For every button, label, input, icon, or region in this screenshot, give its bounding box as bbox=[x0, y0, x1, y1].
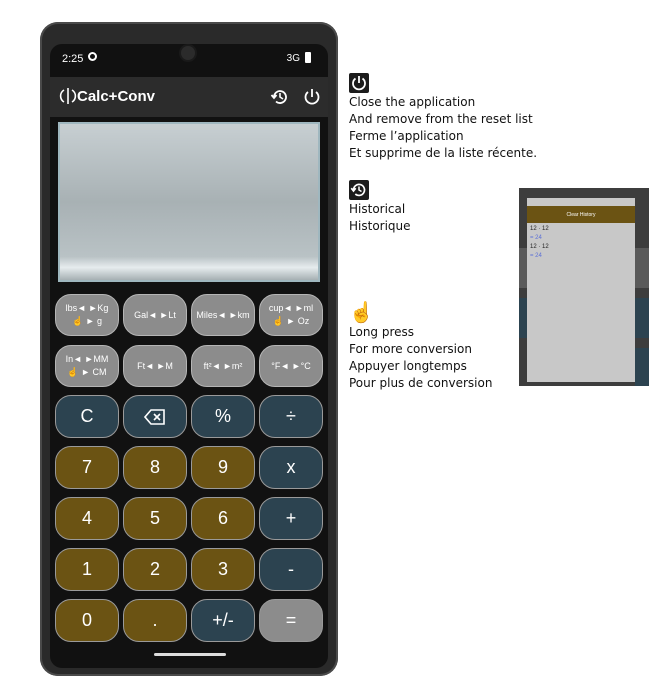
digit-0-button[interactable]: 0 bbox=[55, 599, 119, 642]
legend-history-text: Historical Historique bbox=[349, 202, 411, 233]
calculator-display bbox=[58, 122, 320, 282]
history-result: = 24 bbox=[530, 235, 542, 241]
conv-label: ft²◄ ►m² bbox=[203, 360, 243, 371]
conv-sublabel: ☝ ► CM bbox=[67, 367, 107, 377]
conv-ft-m-button[interactable]: Ft◄ ►M bbox=[123, 345, 187, 387]
camera-cutout bbox=[181, 46, 195, 60]
thumb-bg-key bbox=[635, 248, 649, 288]
history-result: = 24 bbox=[530, 253, 542, 259]
digit-2-button[interactable]: 2 bbox=[123, 548, 187, 591]
legend-power-text: Close the application And remove from th… bbox=[349, 95, 538, 160]
conv-label: °F◄ ►°C bbox=[271, 360, 311, 371]
history-screenshot: Clear History 12 · 12 = 24 12 · 12 = 24 bbox=[519, 188, 649, 386]
conv-ft2-m2-button[interactable]: ft²◄ ►m² bbox=[191, 345, 255, 387]
network-label: 3G bbox=[286, 53, 300, 64]
app-logo-icon bbox=[59, 88, 77, 104]
status-time: 2:25 bbox=[62, 53, 84, 65]
conv-label: cup◄ ►ml bbox=[268, 303, 314, 313]
digit-3-button[interactable]: 3 bbox=[191, 548, 255, 591]
digit-9-button[interactable]: 9 bbox=[191, 446, 255, 489]
legend-history-icon bbox=[349, 180, 369, 200]
phone-frame: 2:25 3G Calc+Conv lbs◄ ►Kg ☝ ► g Gal◄ ►L… bbox=[40, 22, 338, 676]
status-bar: 2:25 3G bbox=[50, 44, 328, 74]
thumb-bg-key bbox=[519, 298, 527, 338]
pointing-hand-icon: ☝ bbox=[349, 302, 374, 324]
history-panel: Clear History 12 · 12 = 24 12 · 12 = 24 bbox=[527, 198, 635, 382]
power-icon[interactable] bbox=[302, 87, 322, 107]
conv-label: Ft◄ ►M bbox=[137, 360, 173, 371]
conv-gal-lt-button[interactable]: Gal◄ ►Lt bbox=[123, 294, 187, 336]
conv-label: lbs◄ ►Kg bbox=[65, 303, 109, 313]
conv-sublabel: ☝ ► Oz bbox=[272, 316, 310, 326]
multiply-button[interactable]: x bbox=[259, 446, 323, 489]
legend-power-icon bbox=[349, 73, 369, 93]
plus-button[interactable]: + bbox=[259, 497, 323, 540]
divide-button[interactable]: ÷ bbox=[259, 395, 323, 438]
digit-6-button[interactable]: 6 bbox=[191, 497, 255, 540]
sync-icon bbox=[88, 52, 97, 61]
legend-longpress-text: Long press For more conversion Appuyer l… bbox=[349, 325, 493, 390]
battery-icon bbox=[305, 52, 311, 63]
conv-miles-km-button[interactable]: Miles◄ ►km bbox=[191, 294, 255, 336]
digit-1-button[interactable]: 1 bbox=[55, 548, 119, 591]
history-entry: 12 · 12 bbox=[530, 226, 549, 232]
clear-history-header[interactable]: Clear History bbox=[527, 206, 635, 223]
conv-in-mm-button[interactable]: In◄ ►MM ☝ ► CM bbox=[55, 345, 119, 387]
conv-label: Miles◄ ►km bbox=[196, 309, 250, 320]
conv-cup-ml-button[interactable]: cup◄ ►ml ☝ ► Oz bbox=[259, 294, 323, 336]
app-title: Calc+Conv bbox=[77, 88, 155, 105]
percent-button[interactable]: % bbox=[191, 395, 255, 438]
digit-8-button[interactable]: 8 bbox=[123, 446, 187, 489]
conv-f-c-button[interactable]: °F◄ ►°C bbox=[259, 345, 323, 387]
conv-label: In◄ ►MM bbox=[65, 354, 109, 364]
backspace-button[interactable] bbox=[123, 395, 187, 438]
conv-sublabel: ☝ ► g bbox=[71, 316, 103, 326]
gesture-nav-bar[interactable] bbox=[154, 653, 226, 656]
equals-button[interactable]: = bbox=[259, 599, 323, 642]
digit-5-button[interactable]: 5 bbox=[123, 497, 187, 540]
decimal-button[interactable]: . bbox=[123, 599, 187, 642]
history-icon[interactable] bbox=[270, 87, 290, 107]
digit-4-button[interactable]: 4 bbox=[55, 497, 119, 540]
backspace-icon bbox=[144, 408, 165, 425]
clear-button[interactable]: C bbox=[55, 395, 119, 438]
digit-7-button[interactable]: 7 bbox=[55, 446, 119, 489]
sign-toggle-button[interactable]: +/- bbox=[191, 599, 255, 642]
history-entry: 12 · 12 bbox=[530, 244, 549, 250]
minus-button[interactable]: - bbox=[259, 548, 323, 591]
conv-lbs-kg-button[interactable]: lbs◄ ►Kg ☝ ► g bbox=[55, 294, 119, 336]
thumb-bg-key bbox=[635, 348, 649, 386]
thumb-bg-key bbox=[635, 298, 649, 338]
phone-screen: 2:25 3G Calc+Conv lbs◄ ►Kg ☝ ► g Gal◄ ►L… bbox=[50, 44, 328, 668]
conv-label: Gal◄ ►Lt bbox=[134, 309, 176, 320]
thumb-bg-key bbox=[519, 248, 527, 288]
app-bar: Calc+Conv bbox=[50, 77, 328, 117]
